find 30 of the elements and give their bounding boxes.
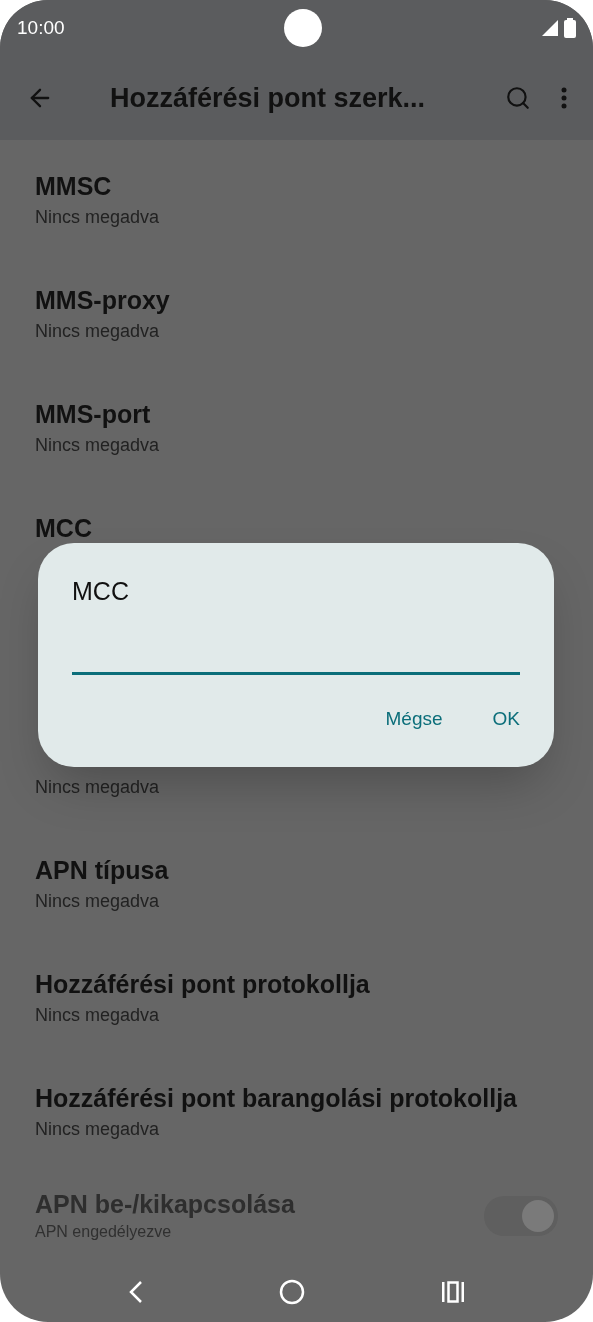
setting-value: Nincs megadva [35,1118,160,1141]
setting-title[interactable]: MCC [35,512,92,544]
search-icon [505,85,531,111]
setting-title[interactable]: MMS-port [35,398,151,430]
setting-value: Nincs megadva [35,1004,160,1027]
more-options-icon [561,87,567,109]
search-button[interactable] [505,85,531,111]
back-nav-button[interactable] [127,1280,144,1304]
dialog-button[interactable]: OK [478,700,534,737]
setting-title[interactable]: APN típusa [35,854,169,886]
signal-icon [542,20,558,36]
screen-title: Hozzáférési pont szerk... [110,81,427,115]
recents-nav-button[interactable] [441,1281,466,1303]
dialog-button[interactable]: Mégse [371,700,457,737]
setting-value: Nincs megadva [35,776,160,799]
setting-value: Nincs megadva [35,434,160,457]
setting-title[interactable]: Hozzáférési pont barangolási protokollja [35,1082,518,1114]
setting-value: Nincs megadva [35,890,160,913]
setting-title[interactable]: MMS-proxy [35,284,170,316]
home-nav-button[interactable] [279,1279,306,1305]
more-options-button[interactable] [561,87,567,109]
setting-value: Nincs megadva [35,206,160,229]
setting-title[interactable]: MMSC [35,170,112,202]
status-time: 10:00 [17,15,65,40]
dialog-title: MCC [72,576,129,607]
setting-title: APN be-/kikapcsolása [35,1189,295,1220]
camera-cutout-icon [284,9,323,47]
setting-title[interactable]: Hozzáférési pont protokollja [35,968,370,1000]
setting-value: Nincs megadva [35,320,160,343]
battery-icon [564,18,576,38]
